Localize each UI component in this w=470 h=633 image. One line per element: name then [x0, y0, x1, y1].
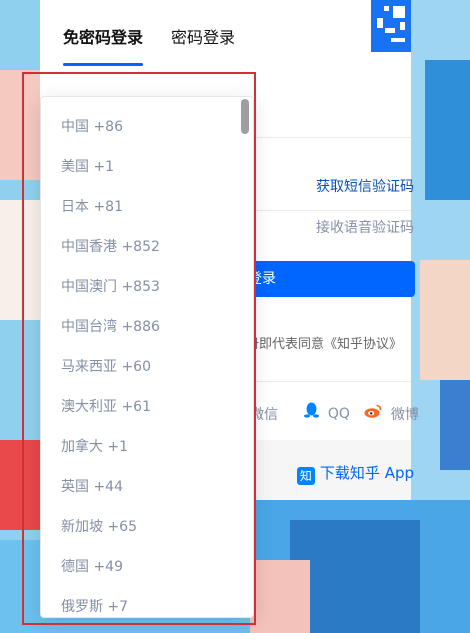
social-login-row: 微信 QQ 微博	[250, 402, 419, 424]
agreement-text: 册即代表同意《知乎协议》	[246, 337, 403, 352]
country-code-option[interactable]: 俄罗斯 +7	[41, 587, 239, 617]
tab-passwordless-login[interactable]: 免密码登录	[63, 24, 144, 66]
voice-code-link[interactable]: 接收语音验证码	[316, 217, 414, 237]
country-code-option[interactable]: 日本 +81	[41, 187, 239, 227]
country-code-option[interactable]: 加拿大 +1	[41, 427, 239, 467]
phone-field-divider	[250, 137, 411, 138]
zhihu-logo-icon: 知	[296, 467, 315, 485]
download-app-link[interactable]: 知下载知乎 App	[296, 462, 414, 485]
code-field-divider	[250, 210, 411, 211]
login-button[interactable]: 登录	[240, 261, 415, 297]
country-code-option[interactable]: 新加坡 +65	[41, 507, 239, 547]
dropdown-scrollbar[interactable]	[241, 97, 251, 617]
dropdown-scrollbar-thumb[interactable]	[241, 99, 249, 134]
country-code-option[interactable]: 中国台湾 +886	[41, 307, 239, 347]
social-divider	[250, 381, 411, 382]
country-code-option[interactable]: 美国 +1	[41, 147, 239, 187]
qr-code-icon[interactable]	[371, 0, 411, 52]
country-code-option[interactable]: 英国 +44	[41, 467, 239, 507]
weibo-icon[interactable]	[364, 404, 382, 418]
download-app-label: 下载知乎 App	[319, 464, 414, 482]
country-code-option[interactable]: 德国 +49	[41, 547, 239, 587]
country-code-option[interactable]: 马来西亚 +60	[41, 347, 239, 387]
weibo-login-link[interactable]: 微博	[391, 404, 419, 424]
wechat-login-link[interactable]: 微信	[250, 404, 278, 424]
country-code-option[interactable]: 澳大利亚 +61	[41, 387, 239, 427]
get-sms-code-link[interactable]: 获取短信验证码	[316, 176, 414, 196]
qq-login-link[interactable]: QQ	[328, 406, 350, 422]
tab-password-login[interactable]: 密码登录	[171, 24, 235, 48]
country-code-list: 中国 +86 美国 +1 日本 +81 中国香港 +852 中国澳门 +853 …	[41, 107, 239, 617]
country-code-dropdown[interactable]: 中国 +86 美国 +1 日本 +81 中国香港 +852 中国澳门 +853 …	[40, 96, 254, 618]
country-code-option[interactable]: 中国澳门 +853	[41, 267, 239, 307]
qq-icon[interactable]	[304, 402, 320, 418]
country-code-option[interactable]: 中国 +86	[41, 107, 239, 147]
country-code-option[interactable]: 中国香港 +852	[41, 227, 239, 267]
